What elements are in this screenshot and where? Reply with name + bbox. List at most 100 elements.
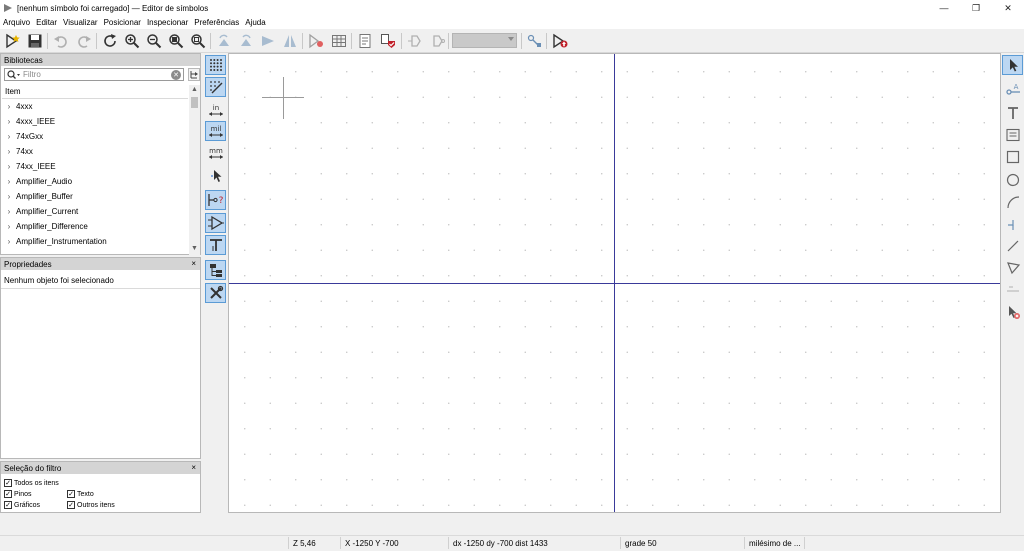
library-item[interactable]: › 4xxx_IEEE: [2, 114, 188, 129]
chevron-right-icon[interactable]: ›: [4, 117, 14, 126]
add-rectangle-icon[interactable]: [1002, 147, 1023, 167]
filter-all-items[interactable]: ✓ Todos os itens: [4, 479, 59, 487]
chevron-right-icon[interactable]: ›: [4, 222, 14, 231]
pin-table-icon[interactable]: [330, 32, 348, 50]
add-textbox-icon[interactable]: [1002, 125, 1023, 145]
clear-filter-icon[interactable]: ✕: [171, 70, 181, 80]
properties-panel-icon[interactable]: [205, 283, 226, 303]
redo-icon[interactable]: [75, 32, 93, 50]
symbol-hierarchy-icon[interactable]: [205, 260, 226, 280]
restore-button[interactable]: ❐: [960, 0, 992, 16]
mirror-vertical-icon[interactable]: [259, 32, 277, 50]
checkbox-checked-icon[interactable]: ✓: [67, 490, 75, 498]
chevron-right-icon[interactable]: ›: [4, 162, 14, 171]
filter-text[interactable]: ✓ Texto: [67, 490, 94, 498]
menu-preferencias[interactable]: Preferências: [194, 18, 239, 27]
undo-icon[interactable]: [52, 32, 70, 50]
add-pin-icon[interactable]: A: [1002, 80, 1023, 100]
menu-ajuda[interactable]: Ajuda: [245, 18, 265, 27]
scroll-up-icon[interactable]: ▲: [191, 86, 198, 93]
rotate-cw-icon[interactable]: [237, 32, 255, 50]
symbol-properties-icon[interactable]: [307, 32, 325, 50]
menu-posicionar[interactable]: Posicionar: [104, 18, 141, 27]
library-item[interactable]: › Amplifier_Audio: [2, 174, 188, 189]
add-polygon-icon[interactable]: [1002, 258, 1023, 278]
checkbox-checked-icon[interactable]: ✓: [4, 501, 12, 509]
menu-visualizar[interactable]: Visualizar: [63, 18, 98, 27]
add-circle-icon[interactable]: [1002, 170, 1023, 190]
save-icon[interactable]: [26, 32, 44, 50]
units-inches-icon[interactable]: in: [205, 100, 226, 120]
checkbox-checked-icon[interactable]: ✓: [4, 490, 12, 498]
datasheet-icon[interactable]: [356, 32, 374, 50]
library-item[interactable]: › 74xx: [2, 144, 188, 159]
filter-close-button[interactable]: ×: [191, 463, 196, 472]
rotate-ccw-icon[interactable]: [215, 32, 233, 50]
scroll-thumb[interactable]: [191, 97, 198, 108]
delete-tool-icon[interactable]: [1002, 302, 1023, 322]
menu-editar[interactable]: Editar: [36, 18, 57, 27]
menu-inspecionar[interactable]: Inspecionar: [147, 18, 188, 27]
close-button[interactable]: ✕: [992, 0, 1024, 16]
units-mm-icon[interactable]: mm: [205, 143, 226, 163]
add-to-schematic-icon[interactable]: [551, 32, 569, 50]
library-scrollbar[interactable]: ▲ ▼: [189, 85, 200, 255]
cursor-full-icon[interactable]: [205, 166, 226, 186]
add-anchor-icon[interactable]: [1002, 214, 1023, 234]
filter-pins[interactable]: ✓ Pinos: [4, 490, 32, 498]
library-item[interactable]: › Amplifier_Current: [2, 204, 188, 219]
mirror-horizontal-icon[interactable]: [281, 32, 299, 50]
library-item[interactable]: › Amplifier_Buffer: [2, 189, 188, 204]
add-text-icon[interactable]: [1002, 103, 1023, 123]
zoom-in-icon[interactable]: [123, 32, 141, 50]
checkbox-checked-icon[interactable]: ✓: [67, 501, 75, 509]
library-item[interactable]: › Amplifier_Instrumentation: [2, 234, 188, 249]
symbol-canvas[interactable]: [228, 53, 1001, 513]
chevron-right-icon[interactable]: ›: [4, 177, 14, 186]
library-filter-input[interactable]: [23, 69, 163, 80]
chevron-right-icon[interactable]: ›: [4, 192, 14, 201]
library-options-icon[interactable]: [188, 68, 200, 81]
library-item[interactable]: › Amplifier_Difference: [2, 219, 188, 234]
new-symbol-icon[interactable]: [4, 32, 22, 50]
menu-bar: Arquivo Editar Visualizar Posicionar Ins…: [0, 16, 1024, 29]
grid-icon[interactable]: [205, 55, 226, 75]
zoom-selection-icon[interactable]: [189, 32, 207, 50]
check-symbol-icon[interactable]: [379, 32, 397, 50]
checkbox-checked-icon[interactable]: ✓: [4, 479, 12, 487]
filter-other-items[interactable]: ✓ Outros itens: [67, 501, 115, 509]
select-arrow-icon[interactable]: [1002, 55, 1023, 75]
show-hidden-pins-icon[interactable]: [205, 213, 226, 233]
status-bar: Z 5,46 X -1250 Y -700 dx -1250 dy -700 d…: [0, 535, 1024, 551]
grid-overrides-icon[interactable]: [205, 77, 226, 97]
chevron-right-icon[interactable]: ›: [4, 132, 14, 141]
zoom-out-icon[interactable]: [145, 32, 163, 50]
svg-text:?: ?: [218, 196, 223, 206]
library-item[interactable]: › 74xGxx: [2, 129, 188, 144]
unit-selector[interactable]: [452, 33, 517, 48]
zoom-fit-icon[interactable]: [167, 32, 185, 50]
add-line-icon[interactable]: [1002, 236, 1023, 256]
filter-graphics[interactable]: ✓ Gráficos: [4, 501, 40, 509]
library-filter-box[interactable]: ✕: [4, 68, 184, 81]
tree-column-header[interactable]: Item: [2, 85, 188, 99]
body-style-alt-icon[interactable]: [428, 32, 446, 50]
body-style-icon[interactable]: [406, 32, 424, 50]
add-arc-icon[interactable]: [1002, 192, 1023, 212]
show-pin-electrical-type-icon[interactable]: ?: [205, 190, 226, 210]
add-field-icon[interactable]: [1002, 280, 1023, 300]
minimize-button[interactable]: —: [928, 0, 960, 16]
units-mils-icon[interactable]: mil: [205, 121, 226, 141]
pin-editor-icon[interactable]: [526, 32, 544, 50]
properties-close-button[interactable]: ×: [191, 259, 196, 268]
library-item[interactable]: › 4xxx: [2, 99, 188, 114]
chevron-right-icon[interactable]: ›: [4, 147, 14, 156]
show-pin-numbers-icon[interactable]: [205, 235, 226, 255]
menu-arquivo[interactable]: Arquivo: [3, 18, 30, 27]
chevron-right-icon[interactable]: ›: [4, 207, 14, 216]
library-item[interactable]: › 74xx_IEEE: [2, 159, 188, 174]
scroll-down-icon[interactable]: ▼: [191, 245, 198, 252]
refresh-icon[interactable]: [101, 32, 119, 50]
chevron-right-icon[interactable]: ›: [4, 237, 14, 246]
chevron-right-icon[interactable]: ›: [4, 102, 14, 111]
